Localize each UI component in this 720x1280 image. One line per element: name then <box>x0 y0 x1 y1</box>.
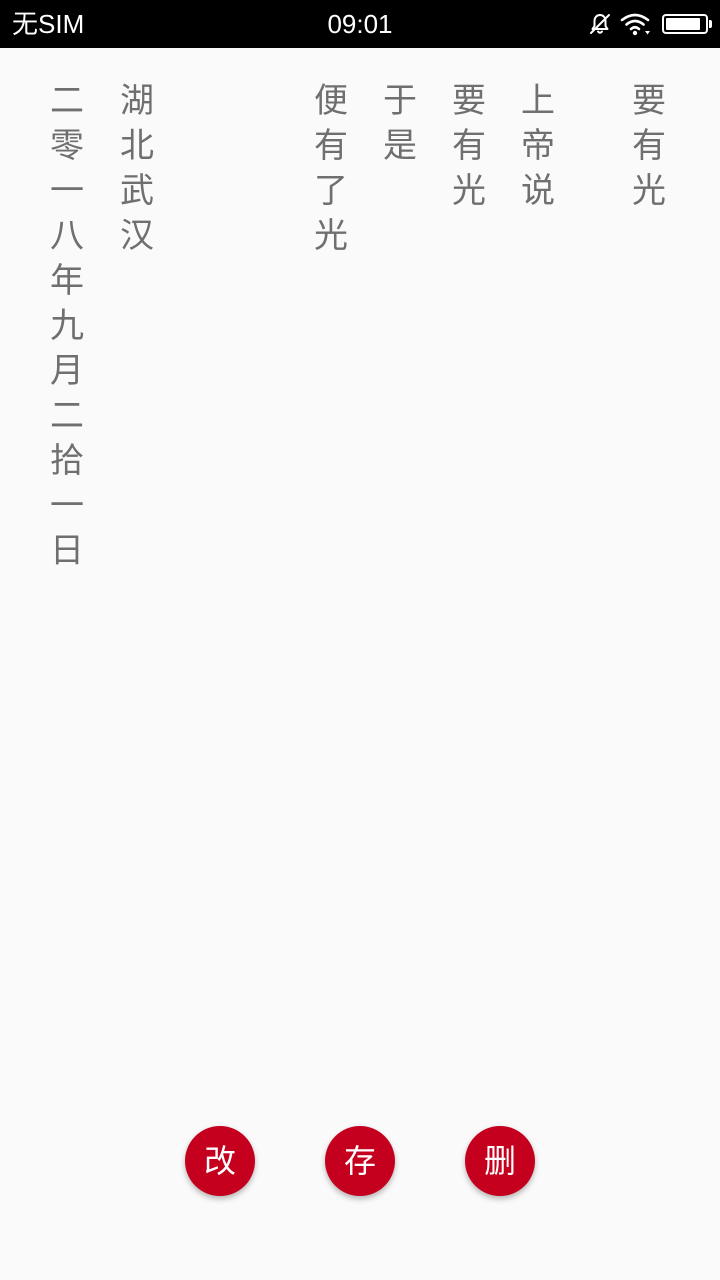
battery-icon <box>662 14 712 34</box>
poem-line-5: 便有了光 <box>314 81 348 256</box>
poem-line-3: 要有光 <box>452 81 486 211</box>
bell-off-icon <box>590 14 610 34</box>
edit-button[interactable]: 改 <box>185 1126 255 1196</box>
delete-button[interactable]: 删 <box>465 1126 535 1196</box>
poem-line-4: 于是 <box>383 81 417 166</box>
poem-line-2: 上帝说 <box>521 81 555 211</box>
action-bar: 改 存 删 <box>0 1126 720 1196</box>
save-button[interactable]: 存 <box>325 1126 395 1196</box>
status-icons <box>580 10 712 38</box>
poem-place: 湖北武汉 <box>120 81 154 256</box>
poem: 要有光 上帝说 要有光 于是 便有了光 湖北武汉 二零一八年九月二拾一日 <box>0 48 720 1108</box>
status-bar: 无SIM 09:01 <box>0 0 720 48</box>
battery-level <box>666 18 701 30</box>
wifi-icon <box>620 13 650 36</box>
poem-line-1: 要有光 <box>632 81 666 211</box>
poem-date: 二零一八年九月二拾一日 <box>50 81 84 571</box>
